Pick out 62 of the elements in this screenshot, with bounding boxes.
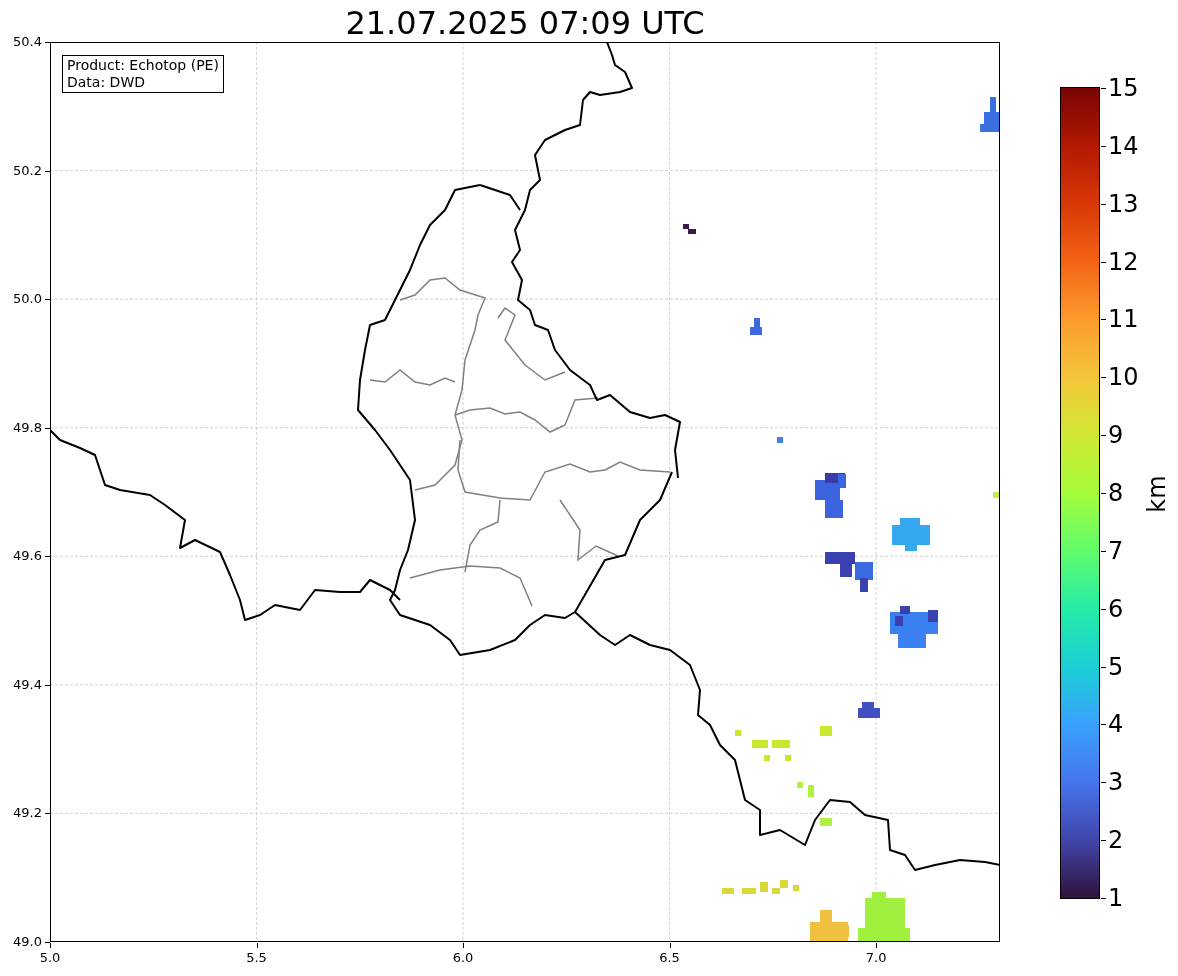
x-tick-label: 5.5 [245,950,268,966]
radar-echo [750,318,762,335]
x-tick-label: 5.0 [38,950,62,966]
colorbar-tick-label: 12 [1108,247,1140,276]
tick-mark [1101,550,1106,552]
tick-mark [1101,203,1106,205]
radar-echo [777,437,783,443]
radar-echo [858,892,910,941]
colorbar-tick-label: 8 [1108,479,1125,507]
tick-mark [1101,666,1106,668]
tick-mark [1101,724,1106,726]
radar-echo [890,606,938,648]
colorbar-tick-label: 14 [1108,131,1140,160]
y-tick-label: 49.4 [12,676,42,693]
colorbar-tick-label: 2 [1108,826,1125,855]
colorbar-tick-label: 6 [1108,594,1125,623]
colorbar-label: km [1143,474,1171,515]
x-tick-label: 6.0 [451,950,475,966]
tick-mark [1101,898,1106,900]
y-tick-label: 50.0 [12,291,42,308]
colorbar-tick-label: 1 [1108,884,1125,913]
tick-mark [1101,88,1106,89]
y-tick-label: 49.8 [12,419,42,436]
colorbar-tick-label: 5 [1108,652,1125,681]
legend-text: Data: DWD [67,74,146,91]
tick-mark [1101,493,1106,494]
radar-echo [993,492,999,498]
colorbar-tick-label: 10 [1108,363,1140,392]
tick-mark [1101,608,1106,610]
tick-mark [1101,377,1106,379]
radar-echo [820,726,832,736]
y-tick-label: 50.2 [12,162,42,179]
y-tick-label: 50.4 [12,34,42,50]
tick-mark [1101,261,1106,263]
colorbar-tick-label: 9 [1108,421,1125,450]
x-tick-label: 7.0 [864,950,888,966]
radar-echo [810,910,849,941]
radar-echo [858,702,880,718]
radar-echo [683,224,696,234]
radar-echo [797,782,832,826]
x-tick-label: 6.5 [658,950,681,966]
chart-title: 21.07.2025 07:09 UTC [344,3,706,43]
y-tick-label: 49.6 [12,548,42,565]
radar-echo [980,97,999,132]
colorbar-tick-label: 4 [1108,710,1125,739]
colorbar-tick-label: 11 [1108,305,1140,334]
y-tick-label: 49.2 [12,805,42,822]
colorbar-tick-label: 13 [1108,189,1140,218]
tick-mark [1101,145,1106,147]
tick-mark [1101,319,1106,321]
colorbar-tick-label: 15 [1108,74,1140,102]
legend-text: Product: Echotop (PE) [67,57,219,74]
tick-mark [1101,782,1106,784]
radar-echo [815,473,846,518]
tick-mark [1101,840,1106,842]
colorbar-tick-label: 7 [1108,536,1125,565]
radar-echo [825,552,873,592]
radar-echo [892,518,930,551]
tick-mark [1101,435,1106,437]
y-tick-label: 49.0 [12,934,42,950]
colorbar-tick-label: 3 [1108,768,1125,797]
radar-echo [735,730,791,761]
